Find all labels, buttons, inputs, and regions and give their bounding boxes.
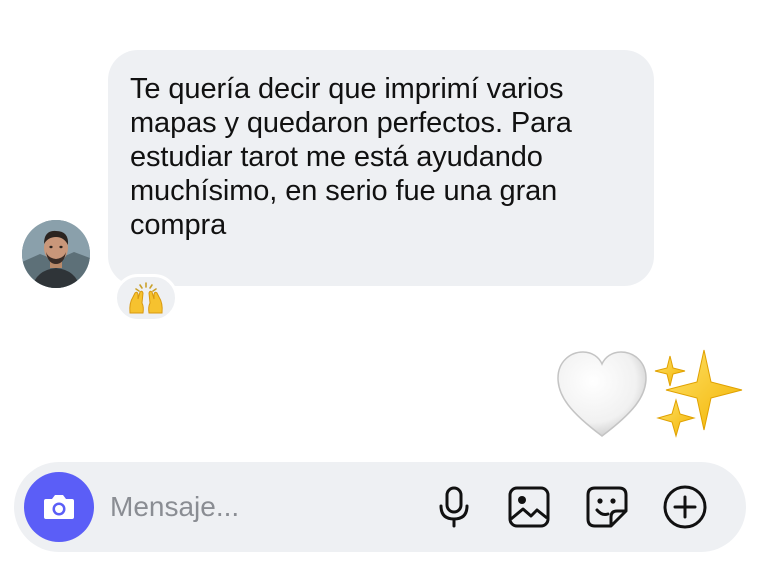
sticker-button[interactable]: [582, 482, 632, 532]
microphone-icon: [439, 486, 469, 528]
message-line: estudiar tarot me está ayudando: [130, 141, 543, 173]
message-line: compra: [130, 209, 227, 241]
camera-icon: [44, 495, 74, 519]
avatar[interactable]: [22, 220, 90, 288]
message-input[interactable]: Mensaje...: [110, 484, 410, 530]
message-text: Te quería decir que imprimí varios mapas…: [130, 72, 632, 242]
microphone-button[interactable]: [429, 482, 479, 532]
white-heart-emoji-icon: [557, 351, 647, 437]
reaction-badge[interactable]: [114, 274, 178, 322]
gallery-button[interactable]: [504, 482, 554, 532]
message-line: mapas y quedaron perfectos. Para: [130, 107, 572, 139]
chat-screen: Te quería decir que imprimí varios mapas…: [0, 0, 760, 570]
plus-icon: [663, 485, 707, 529]
sticker-icon: [586, 486, 628, 528]
camera-button[interactable]: [24, 472, 94, 542]
message-line: muchísimo, en serio fue una gran: [130, 175, 558, 207]
gallery-icon: [508, 486, 550, 528]
message-bubble[interactable]: Te quería decir que imprimí varios mapas…: [108, 50, 654, 286]
raising-hands-emoji-icon: [129, 282, 163, 314]
message-composer: Mensaje...: [14, 462, 746, 552]
sent-emoji-message[interactable]: [552, 346, 748, 446]
message-line: Te quería decir que imprimí varios: [130, 73, 564, 105]
add-button[interactable]: [660, 482, 710, 532]
sparkles-emoji-icon: [654, 349, 743, 438]
